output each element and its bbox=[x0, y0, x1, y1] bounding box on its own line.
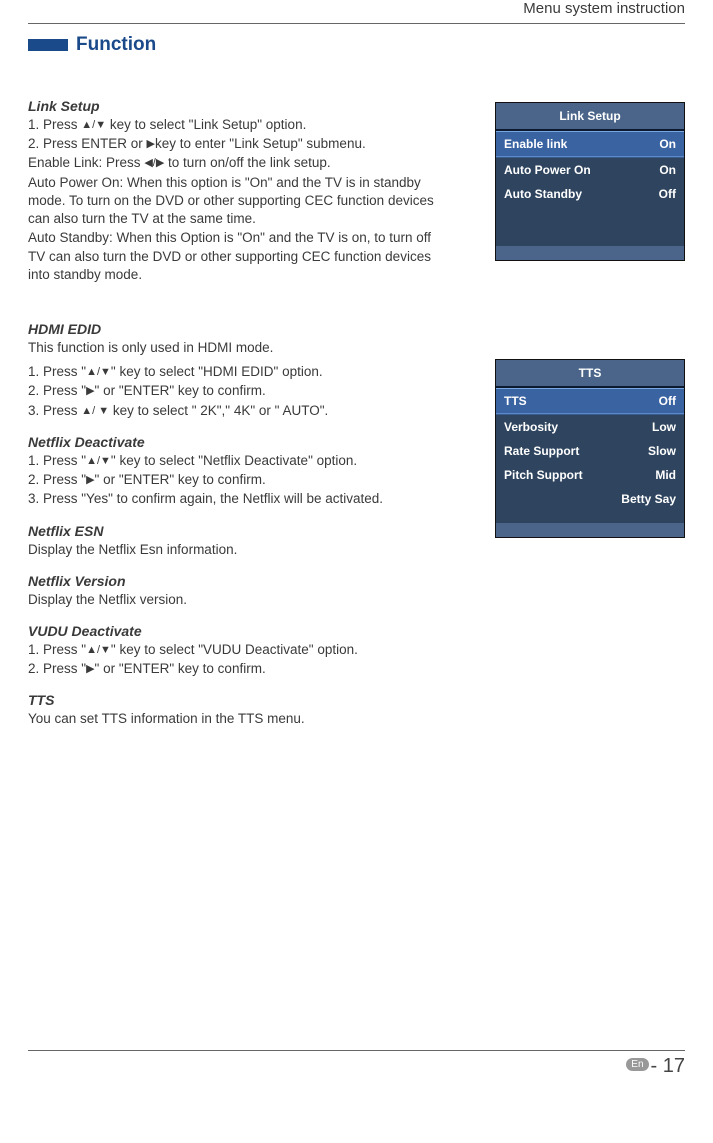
netflix-esn-body: Display the Netflix Esn information. bbox=[28, 541, 383, 559]
right-icon: ▶ bbox=[147, 137, 155, 152]
netflix-version-body: Display the Netflix version. bbox=[28, 591, 383, 609]
up-down-icon: ▲/▼ bbox=[86, 454, 111, 469]
hdmi-edid-intro: This function is only used in HDMI mode. bbox=[28, 339, 383, 357]
function-title: Function bbox=[76, 34, 156, 56]
right-icon: ▶ bbox=[86, 473, 94, 488]
menu-label: Verbosity bbox=[504, 420, 558, 434]
netflix-deactivate-step-1: 1. Press "▲/▼" key to select "Netflix De… bbox=[28, 452, 383, 470]
menu-row-voice[interactable]: Betty Say bbox=[496, 487, 684, 511]
link-setup-menu-title: Link Setup bbox=[496, 103, 684, 129]
right-icon: ▶ bbox=[86, 384, 94, 399]
function-bar bbox=[28, 39, 68, 51]
hdmi-edid-heading: HDMI EDID bbox=[28, 321, 383, 337]
menu-label: Enable link bbox=[504, 137, 567, 151]
function-header: Function bbox=[28, 34, 685, 56]
vudu-deactivate-heading: VUDU Deactivate bbox=[28, 623, 383, 639]
menu-value: Betty Say bbox=[621, 492, 676, 506]
menu-label: TTS bbox=[504, 394, 527, 408]
menu-label: Auto Power On bbox=[504, 163, 591, 177]
menu-label: Pitch Support bbox=[504, 468, 583, 482]
link-setup-step-2: 2. Press ENTER or ▶key to enter "Link Se… bbox=[28, 135, 448, 153]
link-setup-autopoweron: Auto Power On: When this option is "On" … bbox=[28, 174, 448, 229]
link-setup-step-1: 1. Press ▲/▼ key to select "Link Setup" … bbox=[28, 116, 448, 134]
menu-row-pitch-support[interactable]: Pitch Support Mid bbox=[496, 463, 684, 487]
hdmi-edid-step-3: 3. Press ▲/ ▼ key to select " 2K"," 4K" … bbox=[28, 402, 383, 420]
menu-value: Mid bbox=[655, 468, 676, 482]
menu-label: Auto Standby bbox=[504, 187, 582, 201]
header-divider bbox=[28, 23, 685, 24]
right-icon: ▶ bbox=[86, 662, 94, 677]
up-down-icon: ▲/ ▼ bbox=[81, 404, 109, 419]
link-setup-menu: Link Setup Enable link On Auto Power On … bbox=[495, 102, 685, 261]
netflix-deactivate-step-2: 2. Press "▶" or "ENTER" key to confirm. bbox=[28, 471, 383, 489]
menu-value: Off bbox=[659, 394, 676, 408]
vudu-deactivate-step-1: 1. Press "▲/▼" key to select "VUDU Deact… bbox=[28, 641, 383, 659]
menu-value: Low bbox=[652, 420, 676, 434]
up-down-icon: ▲/▼ bbox=[86, 643, 111, 658]
netflix-deactivate-step-3: 3. Press "Yes" to confirm again, the Net… bbox=[28, 490, 383, 508]
menu-value: On bbox=[659, 137, 676, 151]
hdmi-edid-step-1: 1. Press "▲/▼" key to select "HDMI EDID"… bbox=[28, 363, 383, 381]
netflix-esn-heading: Netflix ESN bbox=[28, 523, 383, 539]
link-setup-enable: Enable Link: Press ◀/▶ to turn on/off th… bbox=[28, 154, 448, 172]
menu-label: Rate Support bbox=[504, 444, 579, 458]
left-right-icon: ◀/▶ bbox=[144, 156, 164, 171]
header-section: Menu system instruction bbox=[28, 0, 685, 17]
menu-row-enable-link[interactable]: Enable link On bbox=[496, 132, 684, 156]
tts-menu: TTS TTS Off Verbosity Low Rate Support S… bbox=[495, 359, 685, 538]
menu-value: Off bbox=[659, 187, 676, 201]
page-footer: En - 17 bbox=[28, 1050, 685, 1078]
menu-row-verbosity[interactable]: Verbosity Low bbox=[496, 415, 684, 439]
tts-body: You can set TTS information in the TTS m… bbox=[28, 710, 383, 728]
link-setup-heading: Link Setup bbox=[28, 98, 448, 114]
hdmi-edid-step-2: 2. Press "▶" or "ENTER" key to confirm. bbox=[28, 382, 383, 400]
menu-row-tts[interactable]: TTS Off bbox=[496, 389, 684, 413]
link-setup-autostandby: Auto Standby: When this Option is "On" a… bbox=[28, 229, 448, 284]
vudu-deactivate-step-2: 2. Press "▶" or "ENTER" key to confirm. bbox=[28, 660, 383, 678]
page-number: - 17 bbox=[651, 1055, 685, 1078]
menu-value: Slow bbox=[648, 444, 676, 458]
netflix-deactivate-heading: Netflix Deactivate bbox=[28, 434, 383, 450]
tts-menu-title: TTS bbox=[496, 360, 684, 386]
up-down-icon: ▲/▼ bbox=[81, 118, 106, 133]
menu-row-auto-power-on[interactable]: Auto Power On On bbox=[496, 158, 684, 182]
menu-row-auto-standby[interactable]: Auto Standby Off bbox=[496, 182, 684, 206]
netflix-version-heading: Netflix Version bbox=[28, 573, 383, 589]
tts-heading: TTS bbox=[28, 692, 383, 708]
menu-value: On bbox=[659, 163, 676, 177]
menu-row-rate-support[interactable]: Rate Support Slow bbox=[496, 439, 684, 463]
lang-badge: En bbox=[626, 1058, 648, 1071]
up-down-icon: ▲/▼ bbox=[86, 365, 111, 380]
